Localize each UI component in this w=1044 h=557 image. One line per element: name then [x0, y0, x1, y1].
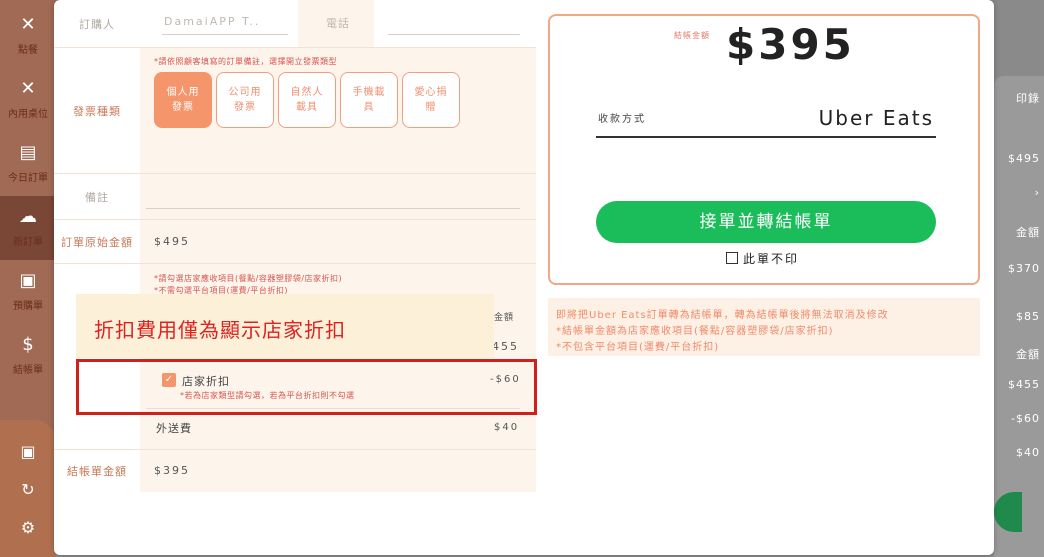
phone-field[interactable]	[388, 34, 520, 35]
invoice-option-personal[interactable]: 個人用 發票	[154, 72, 212, 128]
nav-item-today-orders[interactable]: ▤ 今日訂單	[0, 132, 56, 196]
dollar-icon[interactable]: ▣	[18, 442, 38, 462]
note-line-1: 即將把Uber Eats訂單轉為結帳單，轉為結帳單後將無法取消及修改	[556, 310, 889, 321]
phone-label: 電話	[326, 17, 350, 30]
payment-card: 結帳金額 $395 收款方式 Uber Eats 接單並轉結帳單 此單不印	[548, 14, 980, 285]
items-hint-1: *請勾選店家應收項目(餐點/容器塑膠袋/店家折扣)	[154, 274, 343, 283]
amount-header: 金額	[494, 313, 515, 323]
delivery-fee-label: 外送費	[156, 422, 192, 435]
orderer-row: 訂購人 DamaiAPP T.. 電話	[54, 0, 536, 48]
dollar-receipt-icon: $	[22, 334, 34, 355]
delivery-fee-amount: $40	[494, 422, 520, 433]
note-row: 備註	[54, 174, 536, 220]
checkbox-icon	[726, 252, 738, 264]
note-line-3: *不包含平台項目(運費/平台折扣)	[556, 342, 720, 353]
orderer-label: 訂購人	[79, 17, 115, 31]
background-right-panel: 印錄 $495 › 金額 $370 $85 金額 $455 -$60 $40	[994, 76, 1044, 557]
orderer-field[interactable]: DamaiAPP T..	[164, 15, 260, 28]
checkout-amount-row: 結帳單金額 $395	[54, 450, 536, 492]
no-print-checkbox[interactable]: 此單不印	[726, 250, 799, 267]
nav-item-checkouts[interactable]: $ 結帳單	[0, 324, 56, 388]
invoice-option-mobile-carrier[interactable]: 手機載具	[340, 72, 398, 128]
order-form: 訂購人 DamaiAPP T.. 電話 發票種類 *請依照顧客填寫的訂單備註，選…	[54, 0, 537, 492]
item-amount: 455	[492, 340, 519, 353]
invoice-option-citizen-carrier[interactable]: 自然人 載具	[278, 72, 336, 128]
original-amount-row: 訂單原始金額 $495	[54, 220, 536, 264]
convert-order-modal: 訂購人 DamaiAPP T.. 電話 發票種類 *請依照顧客填寫的訂單備註，選…	[54, 0, 994, 555]
original-amount-value: $495	[154, 235, 190, 248]
clipboard-icon: ▤	[19, 142, 37, 163]
annotation-highlight-box	[76, 359, 537, 415]
gear-icon[interactable]: ⚙	[18, 518, 38, 538]
invoice-type-label: 發票種類	[73, 104, 121, 118]
checkout-amount-big: $395	[726, 20, 855, 69]
payment-method-value[interactable]: Uber Eats	[819, 106, 934, 130]
note-label: 備註	[85, 190, 109, 204]
invoice-option-company[interactable]: 公司用 發票	[216, 72, 274, 128]
print-header[interactable]: 印錄	[1016, 90, 1040, 106]
accept-and-convert-button[interactable]: 接單並轉結帳單	[596, 201, 936, 243]
invoice-option-donation[interactable]: 愛心捐贈	[402, 72, 460, 128]
fork-knife-icon: ✕	[20, 14, 36, 35]
checkout-amount-caption: 結帳金額	[674, 31, 710, 40]
nav-item-dine-in[interactable]: ✕ 內用桌位	[0, 68, 56, 132]
no-print-label: 此單不印	[743, 252, 800, 266]
background-bottom-panel: ▣ ↻ ⚙	[0, 420, 56, 557]
checkout-amount-label: 結帳單金額	[67, 465, 127, 478]
chevron-right-icon[interactable]: ›	[1035, 186, 1040, 199]
calendar-icon: ▣	[19, 270, 37, 291]
annotation-callout: 折扣費用僅為顯示店家折扣	[76, 294, 494, 358]
fork-knife-icon: ✕	[20, 78, 36, 99]
cloud-icon: ☁	[19, 206, 37, 227]
note-line-2: *結帳單金額為店家應收項目(餐點/容器塑膠袋/店家折扣)	[556, 326, 834, 337]
invoice-hint: *請依照顧客填寫的訂單備註，選擇開立發票類型	[154, 57, 337, 66]
note-field[interactable]	[146, 208, 520, 209]
nav-item-new-orders[interactable]: ☁ 新訂單	[0, 196, 56, 260]
checkout-amount-value: $395	[154, 464, 190, 477]
nav-item-preorders[interactable]: ▣ 預購單	[0, 260, 56, 324]
original-amount-label: 訂單原始金額	[61, 235, 133, 249]
refresh-icon[interactable]: ↻	[18, 480, 38, 500]
payment-method-label: 收款方式	[598, 114, 646, 125]
conversion-notes: 即將把Uber Eats訂單轉為結帳單，轉為結帳單後將無法取消及修改 *結帳單金…	[548, 298, 980, 356]
nav-item-order[interactable]: ✕ 點餐	[0, 4, 56, 68]
